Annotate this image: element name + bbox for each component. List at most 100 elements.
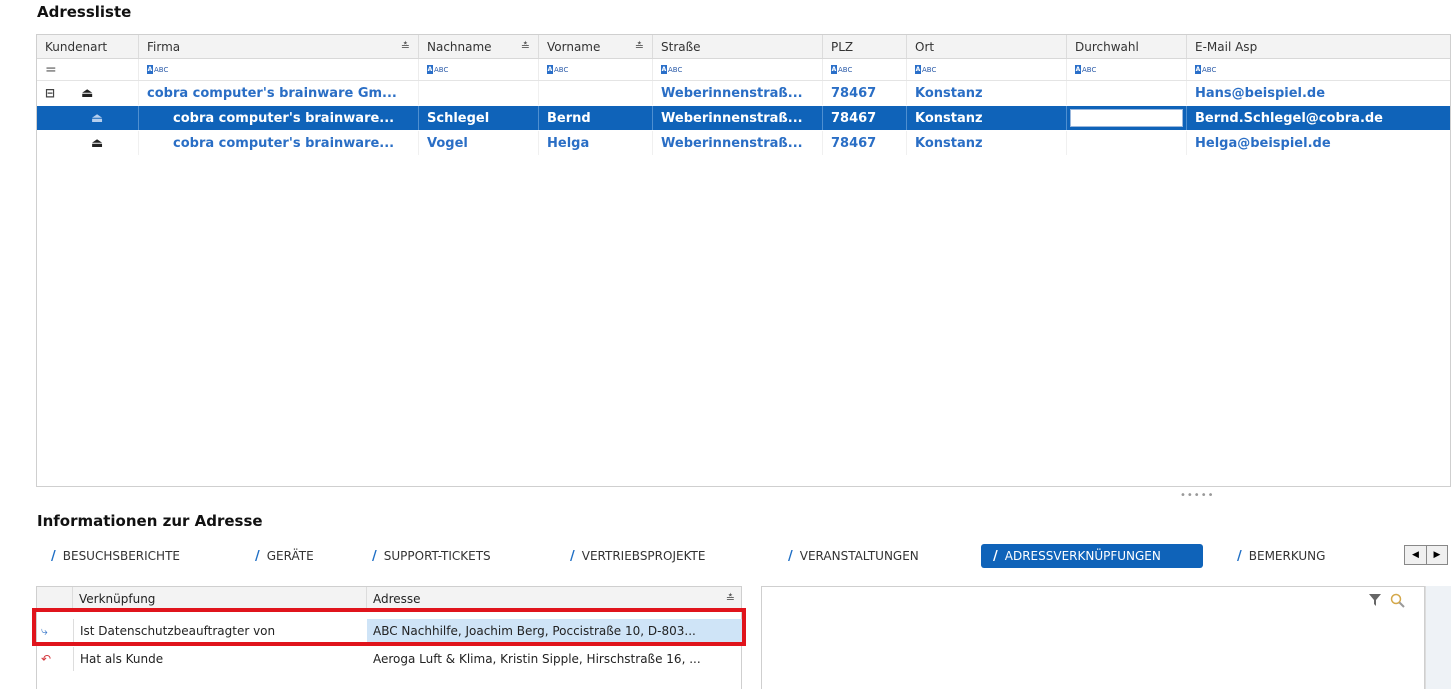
tab-support-tickets[interactable]: / SUPPORT-TICKETS [372,544,491,568]
tab-slash-icon: / [1237,548,1242,564]
firma-cell: cobra computer's brainware... [139,131,419,155]
nachname-cell [419,81,539,105]
column-header-adresse[interactable]: Adresse ≛ [367,587,743,610]
filter-email[interactable]: A ABC [1187,59,1451,80]
tab-slash-icon: / [993,548,998,564]
kundenart-cell: ⏏ [37,131,139,155]
strasse-cell: Weberinnenstraß... [653,131,823,155]
ort-cell: Konstanz [907,106,1067,130]
column-label-firma: Firma [147,39,181,54]
table-row-selected[interactable]: ⏏ cobra computer's brainware... Schlegel… [37,106,1450,130]
vorname-cell: Helga [539,131,653,155]
link-row[interactable]: ↶ Hat als Kunde Aeroga Luft & Klima, Kri… [37,647,741,671]
tab-slash-icon: / [372,548,377,564]
sort-icon[interactable]: ≛ [726,592,735,605]
collapse-icon[interactable]: ⊟ [45,86,55,100]
text-filter-icon: A ABC [915,65,937,74]
firma-cell: cobra computer's brainware... [139,106,419,130]
tab-slash-icon: / [51,548,56,564]
plz-cell: 78467 [823,81,907,105]
column-header-email[interactable]: E-Mail Asp [1187,35,1451,58]
column-header-vorname[interactable]: Vorname ≛ [539,35,653,58]
table-row[interactable]: ⏏ cobra computer's brainware... Vogel He… [37,131,1450,155]
column-label-vorname: Vorname [547,39,601,54]
table-row[interactable]: ⊟ ⏏ cobra computer's brainware Gm... Web… [37,81,1450,105]
tab-slash-icon: / [570,548,575,564]
kundenart-cell: ⊟ ⏏ [37,81,139,105]
text-filter-icon: A ABC [1075,65,1097,74]
address-grid-header: Kundenart Firma ≛ Nachname ≛ Vorname ≛ Stra… [37,35,1450,59]
right-panel-scrollbar[interactable] [1425,586,1451,689]
sort-icon[interactable]: ≛ [401,40,410,53]
highlight-annotation [32,608,746,646]
filter-plz[interactable]: A ABC [823,59,907,80]
panel-toolbar [1368,593,1406,609]
column-header-kundenart[interactable]: Kundenart [37,35,139,58]
tab-adressverknuepfungen[interactable]: / ADRESSVERKNÜPFUNGEN [981,544,1203,568]
column-header-verknuepfung[interactable]: Verknüpfung [73,587,367,610]
strasse-cell: Weberinnenstraß... [653,81,823,105]
filter-icon[interactable] [1368,593,1382,607]
ort-cell: Konstanz [907,81,1067,105]
customer-type-icon: ⏏ [81,85,94,101]
tab-besuchsberichte[interactable]: / BESUCHSBERICHTE [51,544,180,568]
filter-row: = A ABC A ABC A ABC A ABC A ABC A ABC A ABC A AB… [37,59,1450,81]
durchwahl-edit-field[interactable] [1070,109,1183,127]
column-header-nachname[interactable]: Nachname ≛ [419,35,539,58]
filter-equals-icon[interactable]: = [37,59,139,80]
text-filter-icon: A ABC [427,65,449,74]
sort-icon[interactable]: ≛ [521,40,530,53]
detail-tabs: / BESUCHSBERICHTE / GERÄTE / SUPPORT-TICKET… [36,544,1451,570]
column-header-ort[interactable]: Ort [907,35,1067,58]
customer-type-icon: ⏏ [91,135,104,151]
vorname-cell: Bernd [539,106,653,130]
firma-cell: cobra computer's brainware Gm... [139,81,419,105]
durchwahl-cell [1067,131,1187,155]
durchwahl-cell[interactable] [1067,106,1187,130]
tab-bemerkung[interactable]: / BEMERKUNG [1237,544,1325,568]
strasse-cell: Weberinnenstraß... [653,106,823,130]
customer-type-icon: ⏏ [91,110,104,126]
tab-veranstaltungen[interactable]: / VERANSTALTUNGEN [788,544,919,568]
plz-cell: 78467 [823,131,907,155]
filter-nachname[interactable]: A ABC [419,59,539,80]
column-header-plz[interactable]: PLZ [823,35,907,58]
text-filter-icon: A ABC [147,65,169,74]
kundenart-cell: ⏏ [37,106,139,130]
column-label-adresse: Adresse [373,591,421,606]
filter-strasse[interactable]: A ABC [653,59,823,80]
search-icon[interactable] [1390,593,1406,609]
link-back-icon: ↶ [41,652,52,666]
email-cell: Helga@beispiel.de [1195,135,1331,151]
email-cell: Hans@beispiel.de [1195,85,1326,101]
splitter-handle[interactable]: ••••• [1180,490,1215,501]
nachname-cell: Schlegel [419,106,539,130]
tab-scroll-left-icon[interactable]: ◀ [1405,546,1426,564]
filter-durchwahl[interactable]: A ABC [1067,59,1187,80]
text-filter-icon: A ABC [547,65,569,74]
sort-icon[interactable]: ≛ [635,40,644,53]
tab-geraete[interactable]: / GERÄTE [255,544,314,568]
info-section-title: Informationen zur Adresse [37,512,263,530]
row-indicator-header [37,587,73,610]
text-filter-icon: A ABC [831,65,853,74]
column-header-firma[interactable]: Firma ≛ [139,35,419,58]
tab-scroll-right-icon[interactable]: ▶ [1426,546,1447,564]
tab-slash-icon: / [788,548,793,564]
nachname-cell: Vogel [419,131,539,155]
link-detail-panel [761,586,1425,689]
column-header-strasse[interactable]: Straße [653,35,823,58]
filter-ort[interactable]: A ABC [907,59,1067,80]
column-header-durchwahl[interactable]: Durchwahl [1067,35,1187,58]
ort-cell: Konstanz [907,131,1067,155]
tab-slash-icon: / [255,548,260,564]
link-address-cell: Aeroga Luft & Klima, Kristin Sipple, Hir… [373,652,701,666]
filter-firma[interactable]: A ABC [139,59,419,80]
tab-vertriebsprojekte[interactable]: / VERTRIEBSPROJEKTE [570,544,705,568]
address-grid[interactable]: Kundenart Firma ≛ Nachname ≛ Vorname ≛ Stra… [36,34,1451,487]
column-label-nachname: Nachname [427,39,492,54]
text-filter-icon: A ABC [661,65,683,74]
filter-vorname[interactable]: A ABC [539,59,653,80]
durchwahl-cell [1067,81,1187,105]
link-type-cell: Hat als Kunde [73,647,367,671]
